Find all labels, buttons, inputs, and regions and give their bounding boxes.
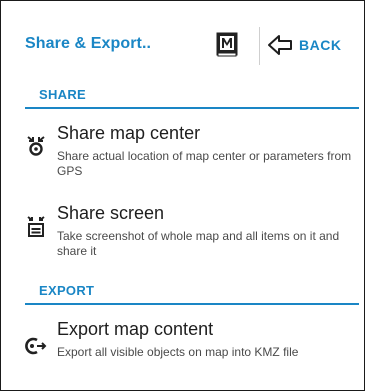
item-title: Export map content	[57, 319, 214, 339]
share-map-center-item[interactable]: Share map center Share actual location o…	[25, 119, 359, 191]
page-title: Share & Export..	[25, 35, 152, 52]
manual-book-icon	[216, 32, 238, 57]
header-bar: Share & Export.. BACK	[1, 1, 365, 86]
export-map-content-item[interactable]: Export map content Export all visible ob…	[25, 315, 359, 387]
header-divider	[259, 27, 260, 65]
back-arrow-icon	[268, 35, 292, 55]
share-location-icon	[25, 135, 47, 157]
section-header-share: SHARE	[25, 81, 359, 109]
export-icon	[25, 335, 47, 357]
back-label: BACK	[299, 37, 342, 53]
item-description: Export all visible objects on map into K…	[57, 345, 299, 359]
back-button[interactable]: BACK	[267, 25, 361, 65]
section-header-export: EXPORT	[25, 277, 359, 305]
dialog-frame: Share & Export.. BACK SHARE Share map ce…	[0, 0, 365, 391]
share-screen-item[interactable]: Share screen Take screenshot of whole ma…	[25, 199, 359, 271]
item-title: Share screen	[57, 203, 165, 223]
share-screen-icon	[25, 215, 47, 237]
item-description: Take screenshot of whole map and all ite…	[57, 229, 340, 258]
item-title: Share map center	[57, 123, 201, 143]
section-label-export: EXPORT	[39, 283, 95, 298]
section-label-share: SHARE	[39, 87, 87, 102]
manual-button[interactable]	[201, 25, 253, 65]
item-description: Share actual location of map center or p…	[57, 149, 352, 178]
